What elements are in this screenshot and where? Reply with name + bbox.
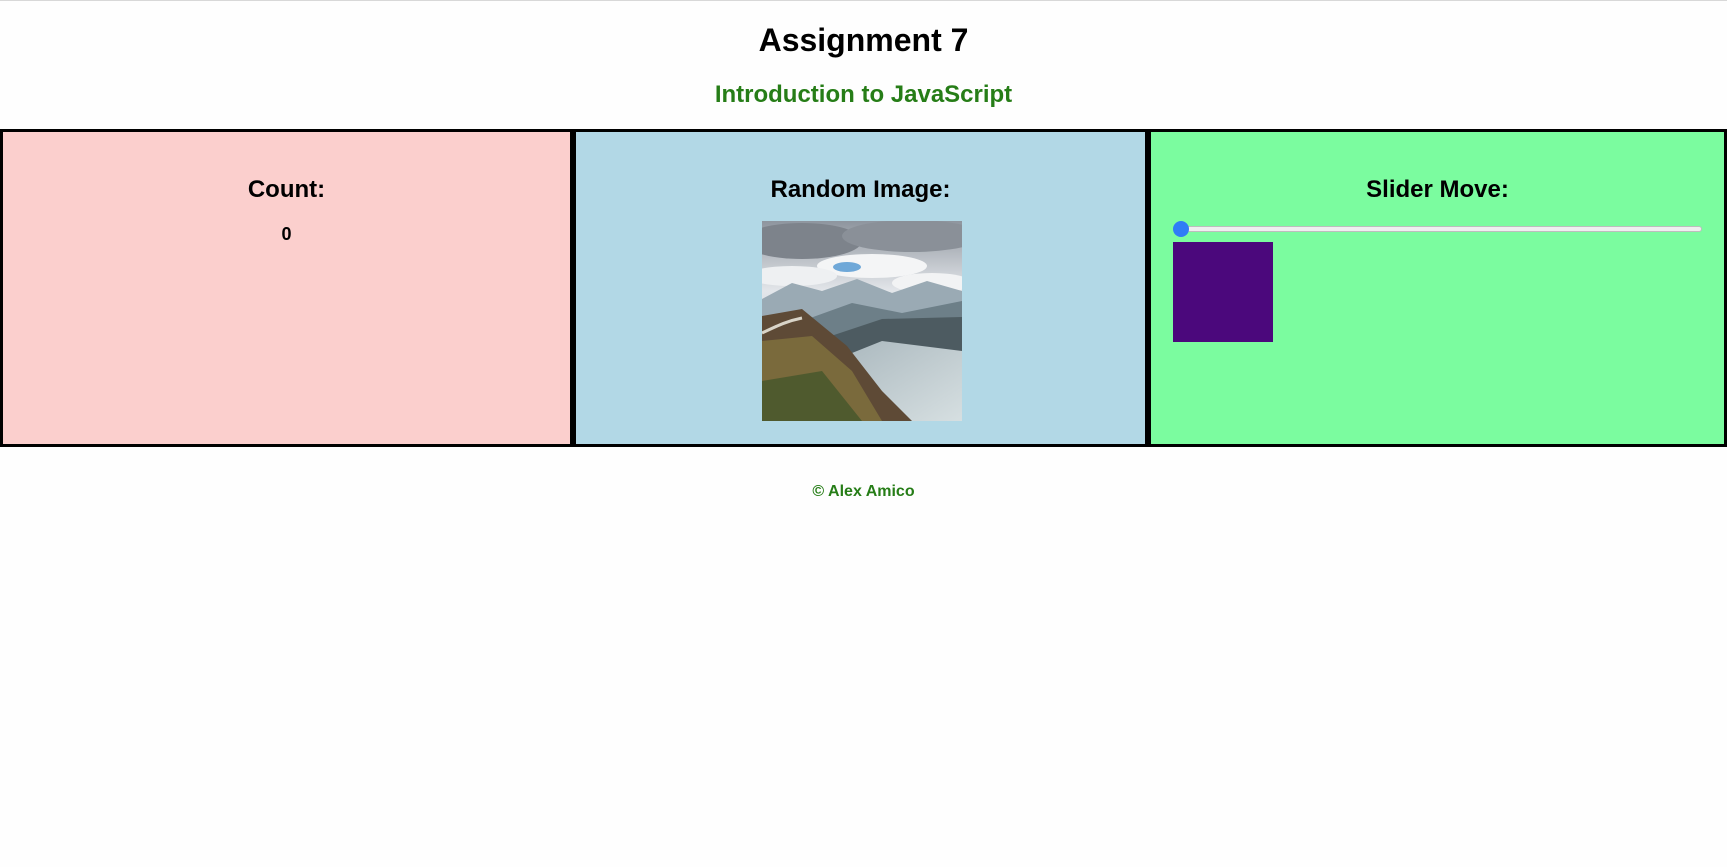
- landscape-image: [762, 221, 962, 421]
- count-value: 0: [281, 224, 292, 244]
- random-image-heading: Random Image:: [770, 176, 951, 203]
- count-panel[interactable]: Count: 0: [0, 129, 573, 447]
- count-heading: Count:: [247, 176, 326, 203]
- slider-heading: Slider Move:: [1366, 176, 1509, 203]
- top-divider: [0, 0, 1727, 1]
- page-title: Assignment 7: [758, 22, 969, 58]
- slider-thumb[interactable]: [1173, 221, 1189, 237]
- page-subtitle: Introduction to JavaScript: [714, 81, 1013, 108]
- moving-box: [1173, 242, 1273, 342]
- random-image[interactable]: [762, 221, 962, 421]
- random-image-panel: Random Image:: [573, 129, 1148, 447]
- panels-row: Count: 0 Random Image: Slider Move:: [0, 129, 1727, 447]
- slider-track[interactable]: [1173, 226, 1702, 232]
- footer-copyright: © Alex Amico: [812, 483, 915, 500]
- slider-panel: Slider Move:: [1148, 129, 1727, 447]
